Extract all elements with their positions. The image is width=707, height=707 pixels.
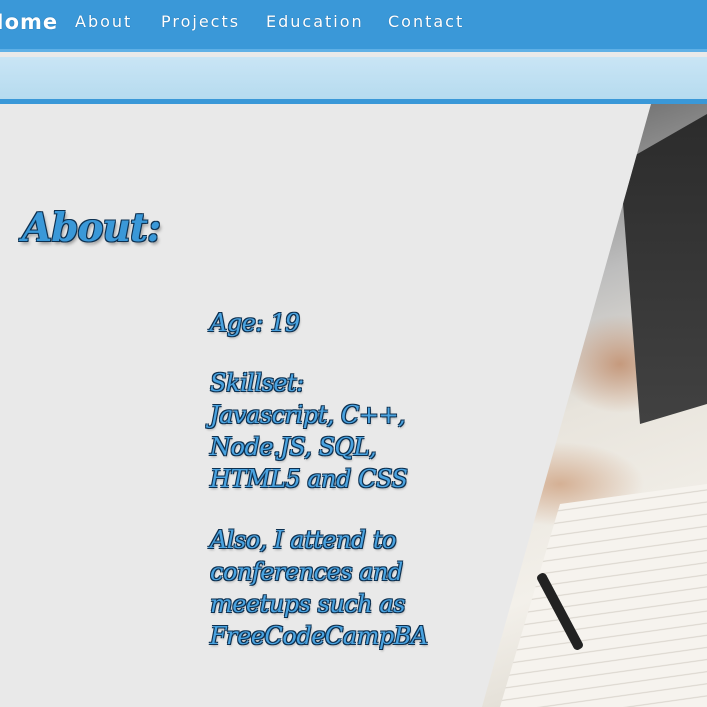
- conferences-line: Also, I attend to: [210, 526, 396, 554]
- conferences-line: conferences and: [210, 558, 403, 586]
- sub-header-bar: [0, 57, 707, 104]
- skillset-text: Skillset: Javascript, C++, Node.JS, SQL,…: [210, 367, 408, 495]
- conferences-line: meetups such as: [210, 590, 405, 618]
- nav-education-link[interactable]: Education: [266, 12, 364, 31]
- nav-contact-link[interactable]: Contact: [388, 12, 464, 31]
- skillset-label: Skillset:: [210, 369, 304, 397]
- age-line: Age: 19: [210, 309, 300, 337]
- about-heading: About:: [22, 205, 161, 251]
- top-navbar: Home About Projects Education Contact: [0, 0, 707, 52]
- nav-about-link[interactable]: About: [75, 12, 132, 31]
- skillset-line: Javascript, C++,: [210, 401, 406, 429]
- age-text: Age: 19: [210, 307, 300, 339]
- skillset-line: Node.JS, SQL,: [210, 433, 377, 461]
- nav-projects-link[interactable]: Projects: [161, 12, 240, 31]
- conferences-line: FreeCodeCampBA: [210, 622, 428, 650]
- conferences-text: Also, I attend to conferences and meetup…: [210, 524, 428, 652]
- nav-home-link[interactable]: Home: [0, 10, 58, 34]
- skillset-line: HTML5 and CSS: [210, 465, 408, 493]
